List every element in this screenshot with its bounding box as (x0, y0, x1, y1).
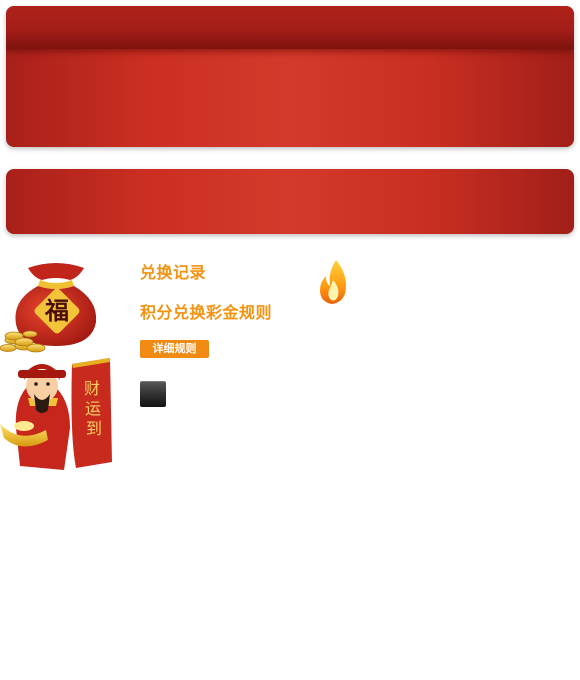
hot-flame-icon (320, 260, 346, 304)
header-bar (6, 6, 574, 49)
lucky-bag-icon: 福 (0, 263, 97, 353)
middle-banner-panel (6, 169, 574, 234)
points-rules-link[interactable]: 积分兑换彩金规则 (140, 299, 272, 323)
scroll-char-3: 到 (86, 419, 102, 438)
exchange-record-link[interactable]: 兑换记录 (140, 259, 206, 283)
dark-square-button[interactable] (140, 381, 166, 407)
bag-fu-char: 福 (44, 297, 69, 325)
wealth-god-icon: 财 运 到 (0, 358, 112, 470)
top-banner-panel (6, 6, 574, 147)
scroll-char-2: 运 (85, 399, 101, 418)
detail-rules-button[interactable]: 详细规则 (140, 340, 209, 358)
scroll-char-1: 财 (84, 379, 100, 398)
